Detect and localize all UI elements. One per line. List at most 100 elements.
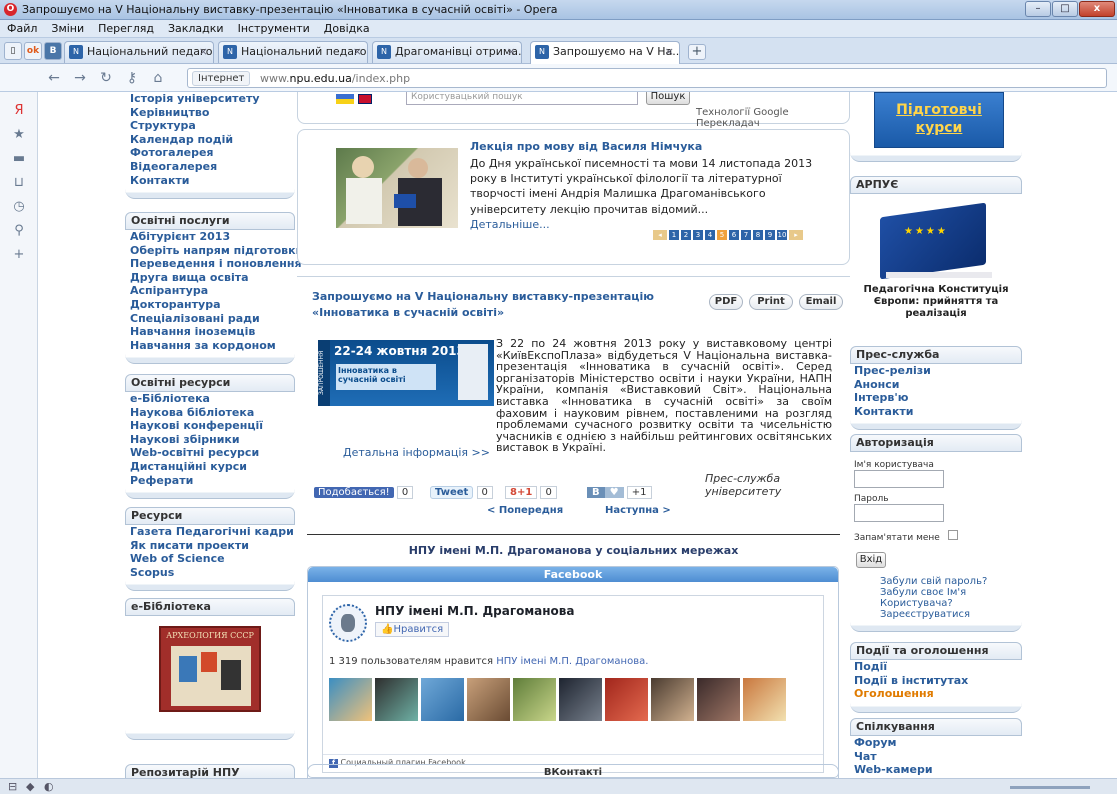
- tweet-label[interactable]: Tweet: [430, 486, 474, 499]
- link-forum[interactable]: Форум: [850, 736, 1022, 750]
- link-web-resources[interactable]: Web-освітні ресурси: [125, 446, 295, 460]
- fan-avatar[interactable]: [421, 678, 464, 721]
- book-cover-image[interactable]: АРХЕОЛОГИЯ СССР: [159, 626, 261, 712]
- notes-icon[interactable]: ▬: [10, 150, 28, 168]
- fan-avatar[interactable]: [605, 678, 648, 721]
- tab-1[interactable]: N Національний педаго... ×: [64, 41, 214, 63]
- facebook-page-name[interactable]: НПУ імені М.П. Драгоманова: [375, 604, 574, 618]
- menu-file[interactable]: Файл: [0, 20, 44, 38]
- menu-tools[interactable]: Інструменти: [231, 20, 317, 38]
- link-chat[interactable]: Чат: [850, 750, 1022, 764]
- language-flags-icon[interactable]: [336, 94, 354, 104]
- turbo-icon[interactable]: ◐: [44, 779, 54, 794]
- fan-avatar[interactable]: [375, 678, 418, 721]
- pager-page[interactable]: 3: [693, 230, 703, 240]
- uk-flag-icon[interactable]: [358, 94, 372, 104]
- speed-dial-icon[interactable]: ◆: [26, 779, 34, 794]
- link-interviews[interactable]: Інтерв'ю: [850, 391, 1022, 405]
- facebook-like-button[interactable]: Подобається! 0: [314, 486, 414, 502]
- article-title[interactable]: Запрошуємо на V Національну виставку-пре…: [312, 289, 712, 321]
- url-text[interactable]: www.npu.edu.ua/index.php: [260, 72, 410, 85]
- security-badge[interactable]: Інтернет: [192, 71, 251, 86]
- google-translate-label[interactable]: Технології Google Перекладач: [696, 107, 849, 129]
- facebook-likes-link[interactable]: НПУ імені М.П. Драгоманова.: [496, 656, 648, 667]
- tab-3[interactable]: N Драгоманівці отрима... ×: [372, 41, 522, 63]
- menu-edit[interactable]: Зміни: [44, 20, 91, 38]
- heart-icon[interactable]: ♥: [604, 487, 624, 498]
- username-input[interactable]: [854, 470, 944, 488]
- exhibition-banner-image[interactable]: ЗАПРОШЕННЯ 22-24 жовтня 2013 Інноватика …: [318, 340, 494, 406]
- link-notices[interactable]: Оголошення: [850, 687, 1022, 701]
- tab-close-icon[interactable]: ×: [353, 42, 362, 62]
- bookmark-label[interactable]: B: [587, 487, 605, 498]
- pager-page-current[interactable]: 5: [717, 230, 727, 240]
- tab-close-icon[interactable]: ×: [665, 42, 674, 62]
- maximize-button[interactable]: □: [1052, 1, 1078, 17]
- link-elibrary[interactable]: e-Бібліотека: [125, 392, 295, 406]
- link-doctoral[interactable]: Докторантура: [125, 298, 295, 312]
- menu-view[interactable]: Перегляд: [91, 20, 161, 38]
- pager-page[interactable]: 2: [681, 230, 691, 240]
- minimize-button[interactable]: –: [1025, 1, 1051, 17]
- link-contacts[interactable]: Контакти: [125, 174, 295, 188]
- search-icon[interactable]: ⚲: [10, 222, 28, 240]
- link-second-degree[interactable]: Друга вища освіта: [125, 271, 295, 285]
- password-input[interactable]: [854, 504, 944, 522]
- register-link[interactable]: Зареєструватися: [880, 609, 1022, 620]
- forgot-password-link[interactable]: Забули свій пароль?: [880, 576, 1022, 587]
- menu-bookmarks[interactable]: Закладки: [161, 20, 231, 38]
- zoom-slider[interactable]: [1010, 786, 1090, 789]
- pager-page[interactable]: 6: [729, 230, 739, 240]
- link-institute-events[interactable]: Події в інститутах: [850, 674, 1022, 688]
- pager-prev-icon[interactable]: ◂: [653, 230, 667, 240]
- link-newspaper[interactable]: Газета Педагогічні кадри: [125, 525, 295, 539]
- history-clock-icon[interactable]: ◷: [10, 198, 28, 216]
- pager-page[interactable]: 9: [765, 230, 775, 240]
- link-scopus[interactable]: Scopus: [125, 566, 295, 580]
- link-postgraduate[interactable]: Аспірантура: [125, 284, 295, 298]
- vkontakte-tab-icon[interactable]: B: [44, 42, 62, 60]
- custom-search-input[interactable]: Користувацький пошук: [406, 92, 638, 105]
- fan-avatar[interactable]: [513, 678, 556, 721]
- fan-avatar[interactable]: [743, 678, 786, 721]
- link-collections[interactable]: Наукові збірники: [125, 433, 295, 447]
- next-article-link[interactable]: Наступна >: [605, 505, 671, 516]
- fan-avatar[interactable]: [329, 678, 372, 721]
- google-plus-label[interactable]: 8+1: [505, 486, 538, 499]
- search-button[interactable]: Пошук: [646, 92, 690, 105]
- link-video-gallery[interactable]: Відеогалерея: [125, 160, 295, 174]
- google-plus-button[interactable]: 8+1 0: [505, 486, 557, 502]
- link-distance-courses[interactable]: Дистанційні курси: [125, 460, 295, 474]
- tab-close-icon[interactable]: ×: [507, 42, 516, 62]
- link-calendar[interactable]: Календар подій: [125, 133, 295, 147]
- link-essays[interactable]: Реферати: [125, 474, 295, 488]
- link-projects[interactable]: Як писати проекти: [125, 539, 295, 553]
- close-window-button[interactable]: x: [1079, 1, 1115, 17]
- npu-logo-icon[interactable]: [329, 604, 367, 642]
- email-button[interactable]: Email: [799, 294, 843, 310]
- home-icon[interactable]: ⌂: [150, 70, 166, 86]
- facebook-like-label[interactable]: Подобається!: [314, 487, 394, 498]
- url-field[interactable]: Інтернет www.npu.edu.ua/index.php: [187, 68, 1107, 88]
- add-panel-icon[interactable]: +: [10, 246, 28, 264]
- pager-page[interactable]: 4: [705, 230, 715, 240]
- reload-icon[interactable]: ↻: [98, 70, 114, 86]
- link-conferences[interactable]: Наукові конференції: [125, 419, 295, 433]
- link-press-releases[interactable]: Прес-релізи: [850, 364, 1022, 378]
- link-photo-gallery[interactable]: Фотогалерея: [125, 146, 295, 160]
- panel-toggle-icon[interactable]: ⊟: [8, 779, 17, 794]
- link-structure[interactable]: Структура: [125, 119, 295, 133]
- forgot-username-link[interactable]: Забули своє Ім'я Користувача?: [880, 587, 1022, 609]
- print-button[interactable]: Print: [749, 294, 793, 310]
- lecture-more-link[interactable]: Детальніше...: [470, 218, 550, 231]
- forward-arrow-icon[interactable]: →: [72, 70, 88, 86]
- prev-article-link[interactable]: < Попередня: [487, 505, 563, 516]
- link-science-library[interactable]: Наукова бібліотека: [125, 406, 295, 420]
- link-transfer[interactable]: Переведення і поновлення: [125, 257, 302, 271]
- link-events[interactable]: Події: [850, 660, 1022, 674]
- link-webcams[interactable]: Web-камери: [850, 763, 1022, 777]
- fan-avatar[interactable]: [651, 678, 694, 721]
- menu-help[interactable]: Довідка: [317, 20, 377, 38]
- page-icon[interactable]: ▯: [4, 42, 22, 60]
- link-choose-direction[interactable]: Оберіть напрям підготовки: [125, 244, 303, 258]
